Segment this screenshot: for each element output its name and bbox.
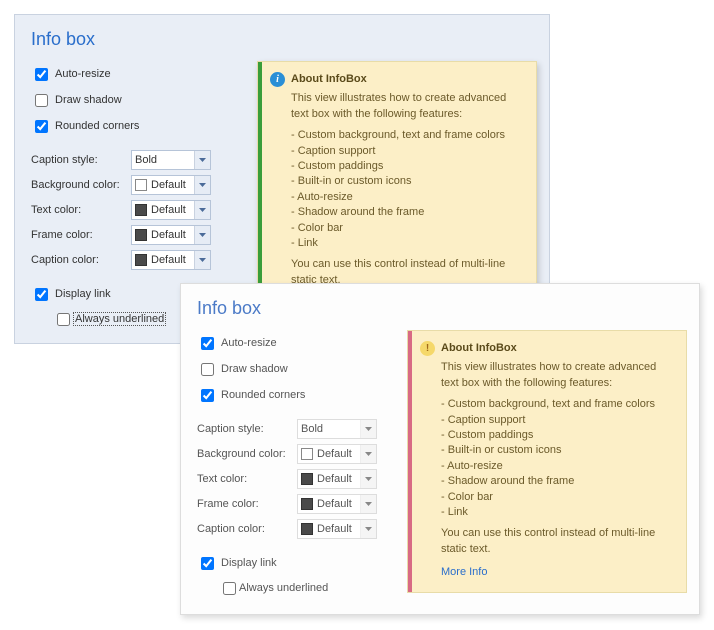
chevron-down-icon — [360, 420, 376, 438]
display-link-label: Display link — [55, 288, 111, 300]
infobox-features: Custom background, text and frame colors… — [291, 128, 524, 251]
caption-color-select[interactable]: Default — [131, 250, 211, 270]
frame-color-select[interactable]: Default — [297, 494, 377, 514]
chevron-down-icon — [194, 151, 210, 169]
auto-resize-checkbox[interactable] — [201, 337, 214, 350]
info-box: About InfoBox This view illustrates how … — [407, 330, 687, 593]
auto-resize-checkbox[interactable] — [35, 68, 48, 81]
text-color-label: Text color: — [197, 473, 297, 485]
always-underlined-checkbox[interactable] — [223, 582, 236, 595]
infobox-title: About InfoBox — [441, 341, 517, 356]
display-link-checkbox[interactable] — [35, 288, 48, 301]
color-swatch-icon — [135, 229, 147, 241]
color-swatch-icon — [135, 179, 147, 191]
always-underlined-label: Always underlined — [239, 582, 328, 594]
color-swatch-icon — [135, 254, 147, 266]
color-bar — [408, 331, 412, 592]
rounded-corners-checkbox[interactable] — [201, 389, 214, 402]
rounded-corners-checkbox[interactable] — [35, 120, 48, 133]
color-swatch-icon — [301, 498, 313, 510]
infobox-features: Custom background, text and frame colors… — [441, 397, 674, 520]
color-swatch-icon — [301, 523, 313, 535]
page-title: Info box — [197, 298, 683, 319]
auto-resize-label: Auto-resize — [221, 337, 277, 349]
chevron-down-icon — [194, 176, 210, 194]
settings-panel-white: Info box Auto-resize Draw shadow Rounded… — [180, 283, 700, 615]
always-underlined-label: Always underlined — [73, 313, 166, 325]
infobox-footer: You can use this control instead of mult… — [441, 526, 674, 557]
display-link-checkbox[interactable] — [201, 557, 214, 570]
text-color-label: Text color: — [31, 204, 131, 216]
chevron-down-icon — [194, 251, 210, 269]
display-link-label: Display link — [221, 557, 277, 569]
color-bar — [258, 62, 262, 300]
frame-color-label: Frame color: — [31, 229, 131, 241]
frame-color-label: Frame color: — [197, 498, 297, 510]
caption-style-label: Caption style: — [197, 423, 297, 435]
caption-color-label: Caption color: — [197, 523, 297, 535]
draw-shadow-label: Draw shadow — [221, 363, 288, 375]
rounded-corners-label: Rounded corners — [55, 120, 139, 132]
background-color-label: Background color: — [31, 179, 131, 191]
infobox-title: About InfoBox — [291, 72, 367, 87]
more-info-link[interactable]: More Info — [441, 565, 487, 580]
always-underlined-checkbox[interactable] — [57, 313, 70, 326]
background-color-label: Background color: — [197, 448, 297, 460]
chevron-down-icon — [360, 520, 376, 538]
caption-style-select[interactable]: Bold — [131, 150, 211, 170]
chevron-down-icon — [194, 226, 210, 244]
auto-resize-label: Auto-resize — [55, 68, 111, 80]
page-title: Info box — [31, 29, 533, 50]
infobox-intro: This view illustrates how to create adva… — [441, 360, 674, 391]
caption-color-select[interactable]: Default — [297, 519, 377, 539]
form-area: Auto-resize Draw shadow Rounded corners … — [197, 331, 413, 599]
color-swatch-icon — [135, 204, 147, 216]
caption-style-select[interactable]: Bold — [297, 419, 377, 439]
frame-color-select[interactable]: Default — [131, 225, 211, 245]
color-swatch-icon — [301, 473, 313, 485]
text-color-select[interactable]: Default — [297, 469, 377, 489]
infobox-intro: This view illustrates how to create adva… — [291, 91, 524, 122]
chevron-down-icon — [360, 470, 376, 488]
caption-style-label: Caption style: — [31, 154, 131, 166]
warning-icon — [420, 341, 435, 356]
text-color-select[interactable]: Default — [131, 200, 211, 220]
background-color-select[interactable]: Default — [297, 444, 377, 464]
draw-shadow-label: Draw shadow — [55, 94, 122, 106]
color-swatch-icon — [301, 448, 313, 460]
chevron-down-icon — [360, 445, 376, 463]
info-box: About InfoBox This view illustrates how … — [257, 61, 537, 301]
draw-shadow-checkbox[interactable] — [35, 94, 48, 107]
background-color-select[interactable]: Default — [131, 175, 211, 195]
info-icon — [270, 72, 285, 87]
caption-color-label: Caption color: — [31, 254, 131, 266]
rounded-corners-label: Rounded corners — [221, 389, 305, 401]
chevron-down-icon — [360, 495, 376, 513]
draw-shadow-checkbox[interactable] — [201, 363, 214, 376]
chevron-down-icon — [194, 201, 210, 219]
